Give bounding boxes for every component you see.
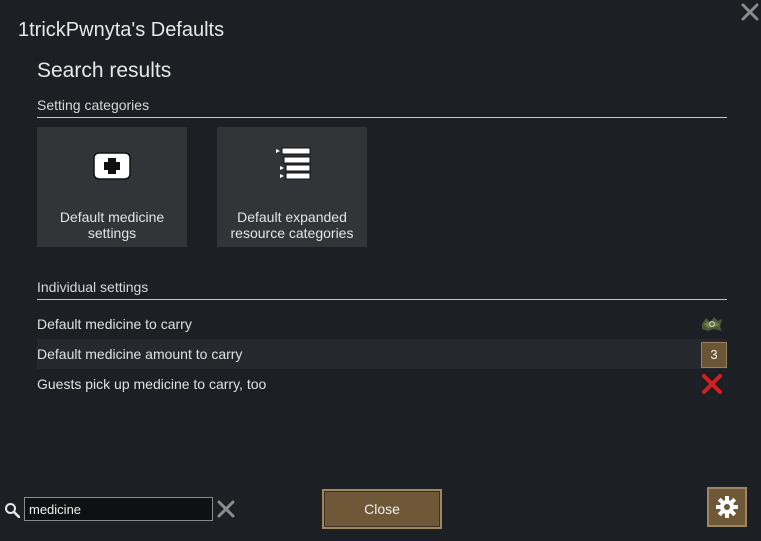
category-card-label: Default expanded resource categories [230,209,354,241]
setting-categories-header: Setting categories [37,97,150,113]
category-card-label: Default medicine settings [59,209,165,241]
settings-button[interactable] [707,487,747,527]
expand-list-icon [272,147,312,185]
search-results-title: Search results [37,59,172,82]
setting-label: Guests pick up medicine to carry, too [37,376,267,392]
red-x-icon [702,374,722,394]
search-icon [5,503,20,518]
medicine-amount-field[interactable]: 3 [701,341,727,368]
setting-label: Default medicine amount to carry [37,346,243,362]
divider [37,299,727,300]
search-input[interactable] [24,497,213,521]
medical-kit-icon [92,147,132,185]
close-x-icon [741,3,759,21]
gear-icon [716,496,738,518]
guests-pick-up-checkbox[interactable] [700,369,727,399]
window-title: 1trickPwnyta's Defaults [18,19,225,41]
medicine-selector[interactable] [700,309,727,339]
close-button[interactable]: Close [322,489,442,529]
individual-settings-header: Individual settings [37,279,149,295]
category-card-resource-categories[interactable]: Default expanded resource categories [217,127,367,247]
category-card-medicine[interactable]: Default medicine settings [37,127,187,247]
setting-row-medicine-to-carry: Default medicine to carry [37,309,727,339]
setting-row-guests-pick-up: Guests pick up medicine to carry, too [37,369,727,399]
medicine-herbal-icon [702,317,722,331]
setting-row-medicine-amount: Default medicine amount to carry 3 [37,339,727,369]
divider [37,117,727,118]
clear-x-icon [217,500,235,518]
clear-search-button[interactable] [216,499,236,519]
window-close-button[interactable] [740,2,760,22]
setting-label: Default medicine to carry [37,316,192,332]
